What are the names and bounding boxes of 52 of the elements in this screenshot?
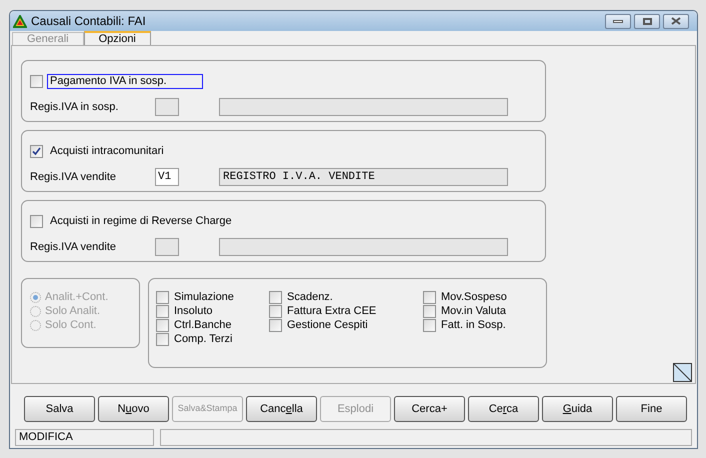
action-button[interactable]: Fine	[616, 396, 687, 422]
window-title: Causali Contabili: FAI	[31, 13, 146, 30]
field-label: Regis.IVA vendite	[30, 170, 118, 185]
checkbox-label[interactable]: Acquisti intracomunitari	[47, 144, 167, 159]
checkbox[interactable]	[269, 319, 282, 332]
status-mode: MODIFICA	[15, 429, 154, 446]
field-label: Regis.IVA vendite	[30, 240, 118, 255]
action-button[interactable]: Guida	[542, 396, 613, 422]
action-button[interactable]: Cancella	[246, 396, 317, 422]
checkbox[interactable]	[156, 305, 169, 318]
checkbox-label[interactable]: Fatt. in Sosp.	[441, 317, 506, 334]
checkbox[interactable]	[269, 291, 282, 304]
checkbox-label[interactable]: Insoluto	[174, 303, 213, 320]
page-corner-icon	[673, 363, 692, 382]
checkbox-label[interactable]: Simulazione	[174, 289, 234, 306]
checkbox[interactable]	[156, 333, 169, 346]
radio-label: Solo Analit.	[45, 304, 100, 320]
register-code-field[interactable]	[155, 98, 179, 116]
checkbox[interactable]	[30, 215, 43, 228]
checkbox-label[interactable]: Mov.in Valuta	[441, 303, 506, 320]
triangle-logo-icon	[13, 14, 27, 28]
checkbox[interactable]	[30, 145, 43, 158]
tab[interactable]: Opzioni	[84, 31, 151, 45]
field-label: Regis.IVA in sosp.	[30, 100, 120, 115]
action-button[interactable]: Cerca+	[394, 396, 465, 422]
radio-label: Analit.+Cont.	[45, 290, 108, 306]
checkbox[interactable]	[423, 305, 436, 318]
checkbox[interactable]	[156, 319, 169, 332]
checkbox[interactable]	[269, 305, 282, 318]
checkbox[interactable]	[423, 319, 436, 332]
checkbox-label[interactable]: Mov.Sospeso	[441, 289, 507, 306]
register-code-field[interactable]	[155, 238, 179, 256]
checkbox-label[interactable]: Comp. Terzi	[174, 331, 232, 348]
minimize-button[interactable]	[605, 14, 631, 28]
checkbox-label[interactable]: Gestione Cespiti	[287, 317, 368, 334]
register-description-field: REGISTRO I.V.A. VENDITE	[219, 168, 508, 186]
checkbox[interactable]	[156, 291, 169, 304]
checkbox-label[interactable]: Fattura Extra CEE	[287, 303, 376, 320]
checkbox[interactable]	[30, 75, 43, 88]
maximize-button[interactable]	[634, 14, 660, 28]
close-icon	[671, 17, 681, 25]
radio-label: Solo Cont.	[45, 318, 96, 334]
register-code-field[interactable]: V1	[155, 168, 179, 186]
action-button[interactable]: Salva	[24, 396, 95, 422]
checkbox[interactable]	[423, 291, 436, 304]
checkbox-label[interactable]: Ctrl.Banche	[174, 317, 232, 334]
checkbox-label[interactable]: Scadenz.	[287, 289, 333, 306]
checkbox-label[interactable]: Acquisti in regime di Reverse Charge	[47, 214, 235, 229]
close-button[interactable]	[663, 14, 689, 28]
action-button[interactable]: Nuovo	[98, 396, 169, 422]
action-button[interactable]: Cerca	[468, 396, 539, 422]
checkbox-label[interactable]: Pagamento IVA in sosp.	[47, 74, 203, 89]
